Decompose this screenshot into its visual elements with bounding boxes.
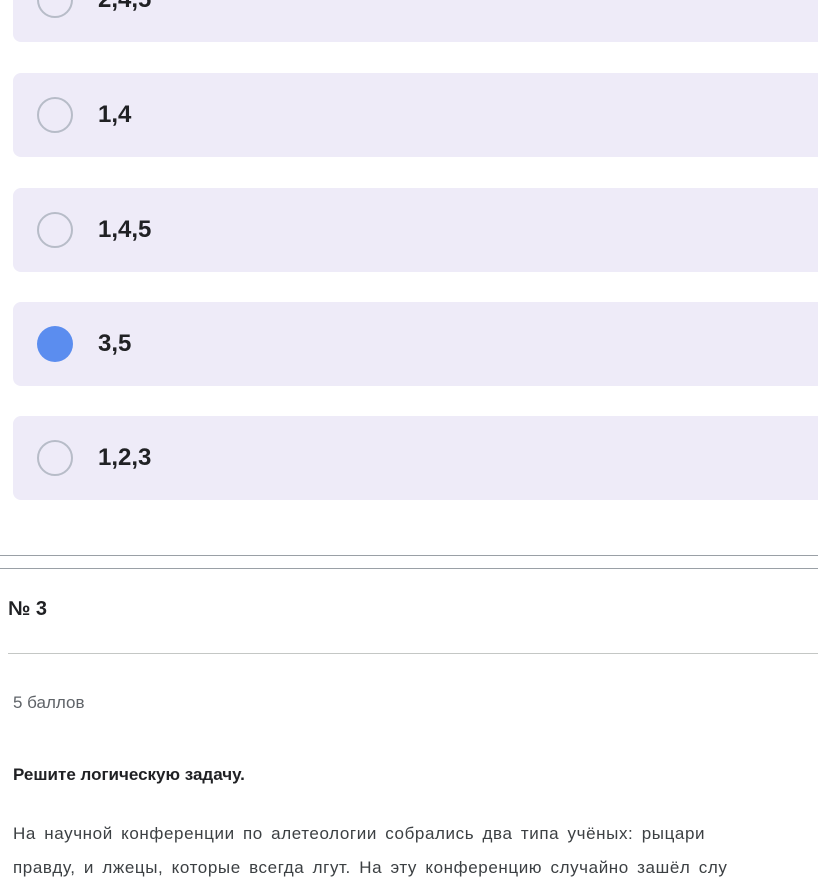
radio-button[interactable] — [37, 0, 73, 18]
answer-option-label: 1,2,3 — [98, 444, 152, 471]
question-text-line: На научной конференции по алетеологии со… — [13, 824, 706, 843]
answer-option-label: 2,4,5 — [98, 0, 151, 42]
radio-button-selected[interactable] — [37, 326, 73, 362]
answer-option-label: 1,4,5 — [98, 216, 152, 243]
answer-option-label: 3,5 — [98, 330, 132, 357]
answer-option-4[interactable]: 3,5 — [13, 302, 818, 386]
question-header-divider — [8, 653, 818, 654]
answer-option-1[interactable]: 2,4,5 — [13, 0, 818, 42]
question-points: 5 баллов — [13, 693, 85, 712]
answer-option-5[interactable]: 1,2,3 — [13, 416, 818, 500]
answer-option-label: 1,4 — [98, 101, 132, 128]
radio-button[interactable] — [37, 97, 73, 133]
form-page: 2,4,5 1,4 1,4,5 3,5 1,2,3 № 3 5 баллов Р… — [0, 0, 818, 888]
answer-option-2[interactable]: 1,4 — [13, 73, 818, 157]
answer-option-3[interactable]: 1,4,5 — [13, 188, 818, 272]
question-number: № 3 — [8, 598, 47, 620]
section-divider — [0, 555, 818, 556]
section-divider — [0, 568, 818, 569]
radio-button[interactable] — [37, 440, 73, 476]
radio-button[interactable] — [37, 212, 73, 248]
question-heading: Решите логическую задачу. — [13, 765, 245, 784]
question-text-line: правду, и лжецы, которые всегда лгут. На… — [13, 858, 728, 877]
